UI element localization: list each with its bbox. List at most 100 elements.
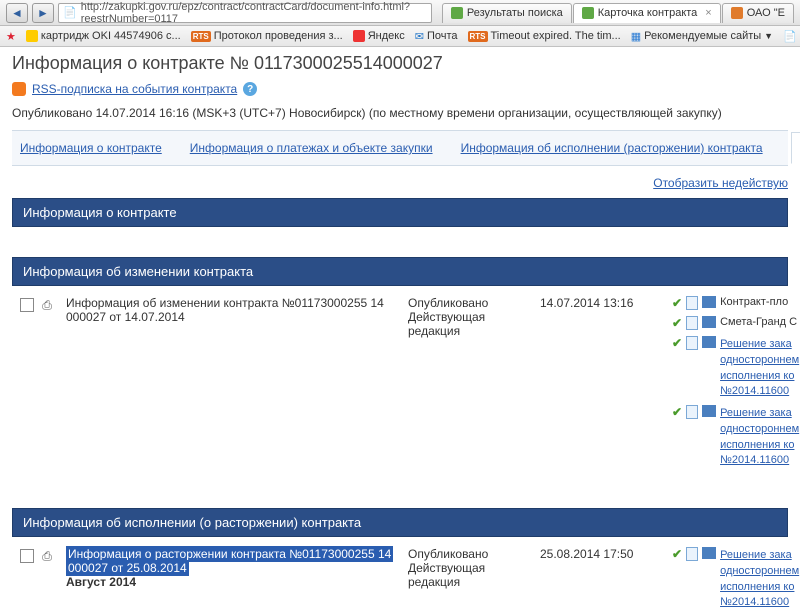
document-icon[interactable] — [20, 549, 34, 563]
bookmark-item[interactable]: ✉Почта — [415, 30, 458, 43]
page-content: Информация о контракте № 011730002551400… — [0, 47, 800, 614]
file-name: Контракт-пло — [720, 296, 788, 308]
status-current: Действующая редакция — [408, 310, 528, 338]
nav-forward-button[interactable]: ► — [32, 3, 54, 23]
file-link[interactable]: Решение зака — [720, 338, 792, 350]
bookmark-item[interactable]: RTSПротокол проведения з... — [191, 30, 343, 42]
tab-results[interactable]: Результаты поиска — [442, 3, 572, 23]
tab-payments[interactable]: Информация о платежах и объекте закупки — [190, 141, 433, 155]
page-icon[interactable] — [686, 336, 698, 350]
change-title: Информация об изменении контракта №01173… — [66, 296, 384, 324]
bookmark-label: Протокол проведения з... — [214, 30, 343, 42]
file-link[interactable]: №2014.11600 — [720, 454, 789, 466]
exec-month: Август 2014 — [66, 575, 136, 589]
change-date: 14.07.2014 13:16 — [540, 296, 633, 310]
bookmark-item[interactable]: ▦Рекомендуемые сайты▼ — [631, 30, 773, 43]
browser-toolbar: ◄ ► 📄 http://zakupki.gov.ru/epz/contract… — [0, 0, 800, 26]
document-icon[interactable] — [20, 298, 34, 312]
file-link[interactable]: №2014.11600 — [720, 385, 789, 397]
page-icon[interactable] — [686, 547, 698, 561]
bookmark-label: картридж OKI 44574906 с... — [41, 30, 181, 42]
nav-back-button[interactable]: ◄ — [6, 3, 28, 23]
close-icon[interactable]: × — [705, 7, 711, 19]
download-icon[interactable] — [702, 336, 716, 348]
bookmark-item[interactable]: RTSTimeout expired. The tim... — [468, 30, 621, 42]
tab-contract-card[interactable]: Карточка контракта × — [573, 3, 721, 23]
rts-icon: RTS — [468, 31, 488, 42]
download-icon[interactable] — [702, 316, 716, 328]
download-icon[interactable] — [702, 405, 716, 417]
check-icon: ✔ — [672, 296, 682, 310]
bookmark-label: Яндекс — [368, 30, 405, 42]
status-published: Опубликовано — [408, 296, 528, 310]
tab-label: Результаты поиска — [467, 7, 563, 19]
file-link[interactable]: исполнения ко — [720, 439, 794, 451]
exec-date: 25.08.2014 17:50 — [540, 547, 633, 561]
file-name: Смета-Гранд С — [720, 316, 797, 328]
page-icon[interactable] — [686, 296, 698, 310]
file-item: ✔ Контракт-пло — [672, 296, 799, 310]
contract-tabs: Информация о контракте Информация о плат… — [12, 130, 788, 166]
bookmark-label: Почта — [427, 30, 458, 42]
download-icon[interactable] — [702, 296, 716, 308]
file-link[interactable]: Решение зака — [720, 407, 792, 419]
bookmark-item[interactable]: картридж OKI 44574906 с... — [26, 30, 181, 42]
tab-documents[interactable]: Документ — [791, 132, 800, 164]
url-bar[interactable]: 📄 http://zakupki.gov.ru/epz/contract/con… — [58, 3, 432, 23]
status-published: Опубликовано — [408, 547, 528, 561]
tab-favicon — [582, 7, 594, 19]
rss-link[interactable]: RSS-подписка на события контракта — [32, 82, 237, 96]
rts-icon: RTS — [191, 31, 211, 42]
file-link[interactable]: Решение зака — [720, 549, 792, 561]
recommended-icon: ▦ — [631, 30, 641, 43]
check-icon: ✔ — [672, 405, 682, 419]
help-icon[interactable]: ? — [243, 82, 257, 96]
print-icon[interactable]: ⎙ — [40, 298, 54, 312]
bookmark-label: Timeout expired. The tim... — [491, 30, 621, 42]
url-text: http://zakupki.gov.ru/epz/contract/contr… — [81, 1, 427, 25]
tab-favicon — [451, 7, 463, 19]
page-icon: 📄 — [63, 6, 77, 20]
check-icon: ✔ — [672, 547, 682, 561]
print-icon[interactable]: ⎙ — [40, 549, 54, 563]
bookmark-label: Рекомендуемые сайты — [644, 30, 761, 42]
file-item: ✔ Решение зака одностороннем исполнения … — [672, 547, 799, 610]
mail-icon: ✉ — [415, 30, 424, 43]
tab-oao[interactable]: ОАО "Е — [722, 3, 794, 23]
favorites-icon[interactable]: ★ — [6, 29, 16, 43]
page-title: Информация о контракте № 011730002551400… — [12, 53, 788, 74]
tab-favicon — [731, 7, 743, 19]
published-info: Опубликовано 14.07.2014 16:16 (MSK+3 (UT… — [12, 106, 788, 120]
file-link[interactable]: №2014.11600 — [720, 596, 789, 608]
status-current: Действующая редакция — [408, 561, 528, 589]
page-icon[interactable] — [686, 405, 698, 419]
tab-label: ОАО "Е — [747, 7, 785, 19]
yandex-icon — [353, 30, 365, 42]
file-link[interactable]: одностороннем — [720, 423, 799, 435]
file-link[interactable]: исполнения ко — [720, 581, 794, 593]
file-link[interactable]: одностороннем — [720, 354, 799, 366]
section-contract-info-header: Информация о контракте — [12, 198, 788, 227]
exec-row: ⎙ Информация о расторжении контракта №01… — [12, 537, 788, 614]
section-change-header: Информация об изменении контракта — [12, 257, 788, 286]
tab-execution[interactable]: Информация об исполнении (расторжении) к… — [461, 141, 763, 155]
file-item: ✔ Решение зака одностороннем исполнения … — [672, 405, 799, 468]
exec-title-hl[interactable]: 000027 от 25.08.2014 — [66, 560, 189, 576]
bookmark-item[interactable]: 📄14 самых богатых зв... — [783, 30, 800, 43]
tab-contract-info[interactable]: Информация о контракте — [20, 141, 162, 155]
tab-label: Карточка контракта — [598, 7, 698, 19]
file-link[interactable]: исполнения ко — [720, 370, 794, 382]
show-invalid-link[interactable]: Отобразить недействую — [12, 176, 788, 190]
bookmarks-bar: ★ картридж OKI 44574906 с... RTSПротокол… — [0, 26, 800, 47]
download-icon[interactable] — [702, 547, 716, 559]
bookmark-favicon — [26, 30, 38, 42]
section-exec-header: Информация об исполнении (о расторжении)… — [12, 508, 788, 537]
page-icon[interactable] — [686, 316, 698, 330]
bookmark-item[interactable]: Яндекс — [353, 30, 405, 42]
chevron-down-icon: ▼ — [764, 31, 773, 41]
file-link[interactable]: одностороннем — [720, 565, 799, 577]
file-item: ✔ Смета-Гранд С — [672, 316, 799, 330]
file-item: ✔ Решение зака одностороннем исполнения … — [672, 336, 799, 399]
check-icon: ✔ — [672, 336, 682, 350]
rss-row: RSS-подписка на события контракта ? — [12, 82, 788, 96]
